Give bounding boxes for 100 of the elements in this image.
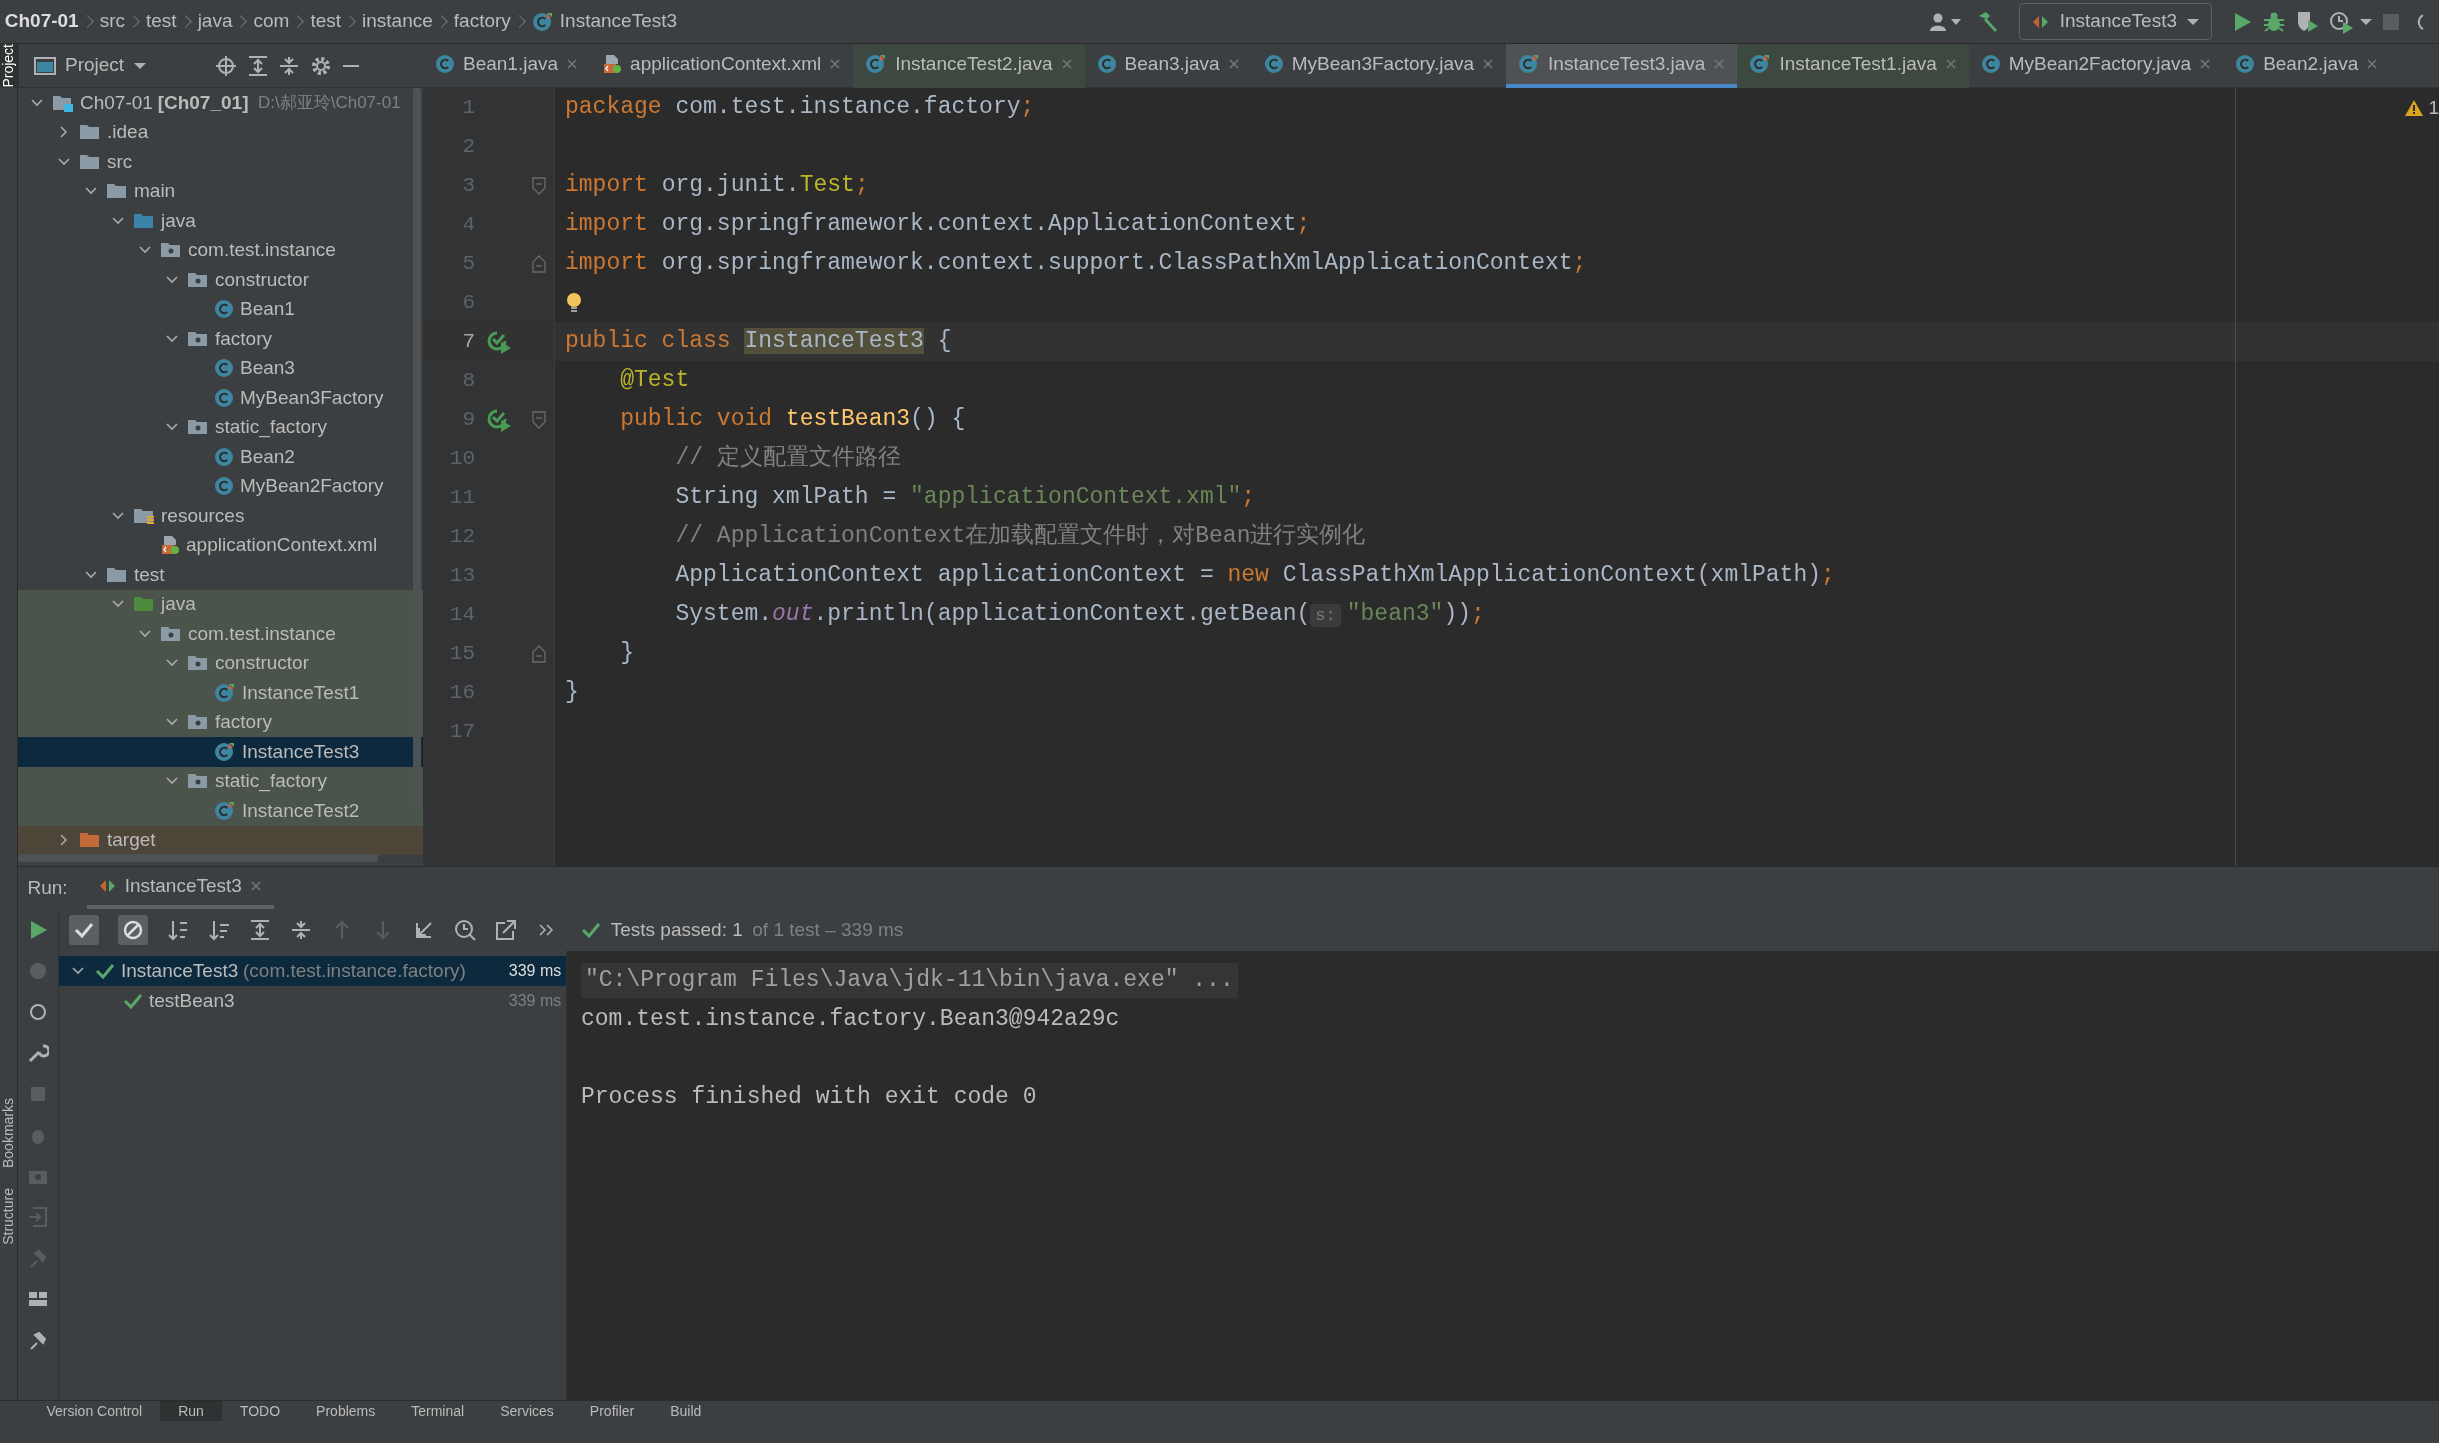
- tree-item[interactable]: main: [18, 176, 423, 206]
- tree-item[interactable]: constructor: [18, 648, 423, 678]
- tree-item[interactable]: applicationContext.xml: [18, 530, 423, 560]
- settings-icon[interactable]: [309, 54, 332, 77]
- tree-item[interactable]: com.test.instance: [18, 235, 423, 265]
- tree-item[interactable]: factory: [18, 707, 423, 737]
- sort-duration-icon[interactable]: [207, 919, 230, 941]
- side-tool-tab[interactable]: Bookmarks: [0, 1097, 19, 1168]
- close-icon[interactable]: [1227, 58, 1240, 70]
- export-icon[interactable]: [494, 919, 517, 941]
- editor-tab[interactable]: MyBean3Factory.java: [1251, 44, 1507, 88]
- warning-icon[interactable]: [2403, 99, 2424, 118]
- tree-item[interactable]: MyBean3Factory: [18, 383, 423, 413]
- caret-icon: [133, 61, 146, 70]
- tree-item[interactable]: InstanceTest1: [18, 678, 423, 708]
- tree-item[interactable]: static_factory: [18, 766, 423, 796]
- breadcrumb-item[interactable]: src: [99, 7, 125, 36]
- breadcrumb-item[interactable]: Ch07-01: [4, 7, 79, 36]
- breadcrumb-item[interactable]: InstanceTest3: [559, 7, 678, 36]
- tree-item[interactable]: InstanceTest3: [18, 737, 423, 767]
- editor-tab[interactable]: Bean1.java: [423, 44, 591, 88]
- tree-item[interactable]: java: [18, 206, 423, 236]
- test-tree-item[interactable]: testBean3 339 ms: [59, 985, 566, 1016]
- tree-item[interactable]: resources: [18, 501, 423, 531]
- breadcrumb-item[interactable]: test: [310, 7, 341, 36]
- fold-icon[interactable]: [531, 410, 547, 429]
- editor-tab[interactable]: Bean2.java: [2223, 44, 2391, 88]
- tool-window-tab[interactable]: Problems: [298, 1401, 394, 1421]
- breadcrumb-item[interactable]: factory: [453, 7, 511, 36]
- tree-item[interactable]: Bean1: [18, 294, 423, 324]
- tool-window-tab[interactable]: Build: [652, 1401, 720, 1421]
- tree-item[interactable]: Bean2: [18, 442, 423, 472]
- code-line: System.out.println(applicationContext.getBean( s: "bean3"));: [674, 600, 1485, 630]
- tree-item[interactable]: Ch07-01 [Ch07_01] D:\郝亚玲\Ch07-01: [18, 88, 423, 118]
- show-ignored-toggle[interactable]: [117, 915, 148, 945]
- tree-item[interactable]: MyBean2Factory: [18, 471, 423, 501]
- tree-item[interactable]: com.test.instance: [18, 619, 423, 649]
- fold-icon[interactable]: [531, 176, 547, 195]
- fold-icon[interactable]: [531, 644, 547, 663]
- code-line: // 定义配置文件路径: [674, 443, 901, 474]
- check-icon: [581, 920, 602, 940]
- tree-item[interactable]: factory: [18, 324, 423, 354]
- clock-icon[interactable]: [2329, 9, 2355, 34]
- breadcrumb-item[interactable]: com: [253, 7, 290, 36]
- tree-item[interactable]: src: [18, 147, 423, 177]
- editor-tab[interactable]: InstanceTest3.java: [1506, 44, 1738, 88]
- close-icon[interactable]: [2199, 58, 2212, 70]
- tree-item[interactable]: java: [18, 589, 423, 619]
- test-class-icon: [214, 741, 236, 762]
- tool-window-tab[interactable]: Run: [160, 1401, 222, 1421]
- expand-all-icon[interactable]: [248, 919, 271, 941]
- configuration-tab[interactable]: InstanceTest3: [86, 867, 274, 909]
- tree-item[interactable]: test: [18, 560, 423, 590]
- tree-item[interactable]: static_factory: [18, 412, 423, 442]
- locate-icon[interactable]: [215, 54, 238, 77]
- xml-file-icon: [160, 535, 180, 556]
- breadcrumb-item[interactable]: test: [146, 7, 177, 36]
- tree-item[interactable]: .idea: [18, 117, 423, 147]
- side-tool-tab[interactable]: Project: [0, 44, 19, 88]
- tree-item[interactable]: InstanceTest2: [18, 796, 423, 826]
- show-passed-toggle[interactable]: [68, 915, 99, 945]
- history-icon[interactable]: [453, 919, 476, 941]
- editor-tab[interactable]: InstanceTest1.java: [1737, 44, 1969, 88]
- collapse-all-icon[interactable]: [289, 919, 312, 941]
- tree-item[interactable]: constructor: [18, 265, 423, 295]
- close-icon[interactable]: [566, 58, 579, 70]
- run-test-icon[interactable]: [487, 407, 513, 432]
- run-configuration-dropdown[interactable]: InstanceTest3: [2019, 3, 2212, 40]
- expand-all-icon[interactable]: [246, 54, 269, 77]
- editor-tab[interactable]: MyBean2Factory.java: [1968, 44, 2224, 88]
- tool-window-tab[interactable]: TODO: [221, 1401, 299, 1421]
- tree-item[interactable]: target: [18, 825, 423, 855]
- lightbulb-icon[interactable]: [565, 291, 583, 314]
- test-tree-item[interactable]: InstanceTest3 (com.test.instance.factory) 339 ms: [59, 955, 566, 986]
- tool-window-tab[interactable]: Terminal: [393, 1401, 483, 1421]
- tool-window-tab[interactable]: Version Control: [28, 1401, 161, 1421]
- tool-window-tab[interactable]: Services: [482, 1401, 572, 1421]
- tree-item[interactable]: Bean3: [18, 353, 423, 383]
- close-icon[interactable]: [829, 58, 842, 70]
- sort-alpha-icon[interactable]: [166, 919, 189, 941]
- tool-window-tab[interactable]: Profiler: [571, 1401, 653, 1421]
- close-icon[interactable]: [2366, 58, 2379, 70]
- editor-tab[interactable]: applicationContext.xml: [590, 44, 854, 88]
- breadcrumb-item[interactable]: java: [197, 7, 233, 36]
- project-view-dropdown[interactable]: Project: [27, 47, 152, 84]
- breadcrumb-item[interactable]: instance: [362, 7, 433, 36]
- scrollbar[interactable]: [18, 854, 378, 862]
- caret-icon: [2359, 17, 2372, 26]
- editor-tab[interactable]: Bean3.java: [1084, 44, 1252, 88]
- code-line: }: [619, 639, 634, 669]
- scrollbar[interactable]: [413, 88, 421, 808]
- run-test-icon[interactable]: [487, 329, 513, 354]
- side-tool-tab[interactable]: Structure: [0, 1187, 19, 1245]
- collapse-all-icon[interactable]: [278, 54, 301, 77]
- warning-count[interactable]: 1: [2428, 94, 2439, 123]
- close-icon[interactable]: [249, 880, 262, 892]
- close-icon[interactable]: [1482, 58, 1495, 70]
- editor-tab[interactable]: InstanceTest2.java: [853, 44, 1085, 88]
- shield-icon[interactable]: [2295, 9, 2320, 34]
- fold-icon[interactable]: [531, 254, 547, 273]
